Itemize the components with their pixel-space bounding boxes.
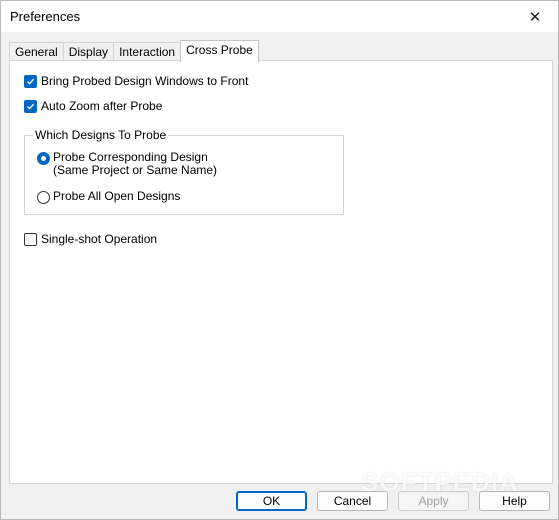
probe-all-open-option[interactable]: Probe All Open Designs bbox=[37, 190, 180, 204]
cross-probe-panel: Bring Probed Design Windows to Front Aut… bbox=[9, 60, 553, 484]
tab-interaction[interactable]: Interaction bbox=[113, 42, 182, 62]
auto-zoom-option[interactable]: Auto Zoom after Probe bbox=[24, 99, 162, 113]
ok-button[interactable]: OK bbox=[236, 491, 307, 511]
probe-corresponding-option[interactable]: Probe Corresponding Design (Same Project… bbox=[37, 151, 217, 177]
probe-corresponding-label: Probe Corresponding Design bbox=[53, 150, 208, 164]
help-button[interactable]: Help bbox=[479, 491, 550, 511]
apply-button[interactable]: Apply bbox=[398, 491, 469, 511]
probe-all-open-label: Probe All Open Designs bbox=[53, 189, 181, 203]
single-shot-option[interactable]: Single-shot Operation bbox=[24, 232, 157, 246]
bring-to-front-option[interactable]: Bring Probed Design Windows to Front bbox=[24, 74, 248, 88]
cancel-button[interactable]: Cancel bbox=[317, 491, 388, 511]
tab-strip: General Display Interaction Cross Probe bbox=[9, 40, 259, 62]
close-icon: ✕ bbox=[528, 8, 542, 26]
checkmark-icon bbox=[27, 78, 35, 85]
probe-all-open-radio[interactable] bbox=[37, 191, 50, 204]
auto-zoom-checkbox[interactable] bbox=[24, 99, 37, 113]
close-button[interactable]: ✕ bbox=[512, 1, 558, 32]
checkmark-icon bbox=[27, 103, 35, 110]
which-designs-group: Which Designs To Probe Probe Correspondi… bbox=[24, 128, 344, 215]
probe-corresponding-radio[interactable] bbox=[37, 152, 50, 165]
bring-to-front-checkbox[interactable] bbox=[24, 74, 37, 88]
preferences-dialog: Preferences ✕ General Display Interactio… bbox=[0, 0, 559, 520]
probe-corresponding-sublabel: (Same Project or Same Name) bbox=[53, 163, 218, 177]
group-title: Which Designs To Probe bbox=[33, 128, 169, 142]
title-bar: Preferences ✕ bbox=[1, 1, 558, 32]
window-title: Preferences bbox=[10, 9, 81, 24]
single-shot-label: Single-shot Operation bbox=[41, 232, 158, 246]
tab-cross-probe[interactable]: Cross Probe bbox=[180, 40, 259, 62]
tab-general[interactable]: General bbox=[9, 42, 64, 62]
bring-to-front-label: Bring Probed Design Windows to Front bbox=[41, 74, 249, 88]
tab-display[interactable]: Display bbox=[62, 42, 115, 62]
auto-zoom-label: Auto Zoom after Probe bbox=[41, 99, 163, 113]
single-shot-checkbox[interactable] bbox=[24, 232, 37, 246]
